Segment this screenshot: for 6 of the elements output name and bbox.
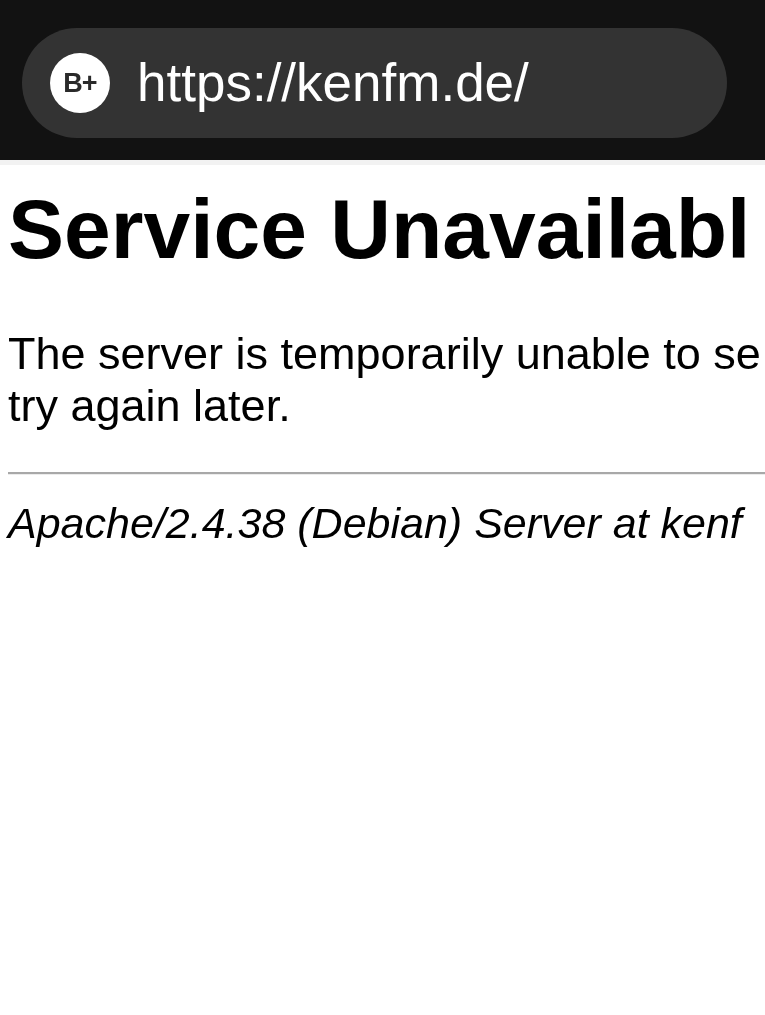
error-message: The server is temporarily unable to se try again later. [8,328,762,432]
site-badge[interactable]: B+ [50,53,110,113]
server-signature: Apache/2.4.38 (Debian) Server at kenf [8,497,765,549]
address-bar[interactable]: B+ https://kenfm.de/ [22,28,727,138]
url-text: https://kenfm.de/ [137,52,529,114]
page-heading: Service Unavailabl [8,181,752,278]
